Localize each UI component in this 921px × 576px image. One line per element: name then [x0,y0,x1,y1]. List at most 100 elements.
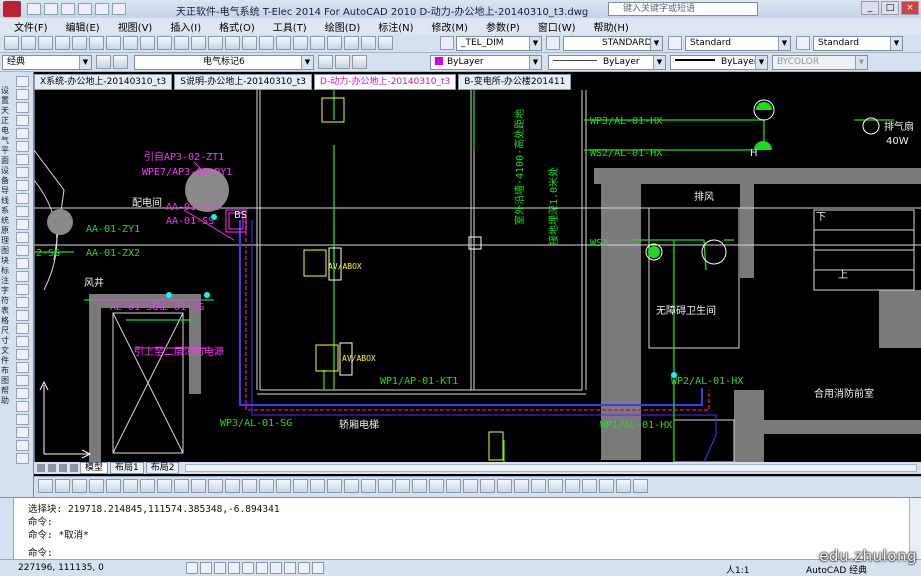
color-select[interactable]: ByLayer ▼ [430,55,542,70]
offset-icon[interactable] [16,362,29,373]
tab-model[interactable]: 模型 [80,462,109,474]
search-input[interactable]: 键入关键字或短语 [608,2,758,16]
copy-object-icon[interactable] [16,336,29,347]
text-style-icon[interactable] [440,36,454,50]
linetype-select[interactable]: ByLayer ▼ [548,55,666,70]
lineweight-select[interactable]: ByLayer ▼ [670,55,768,70]
maximize-button[interactable]: □ [881,1,899,15]
polyline-icon[interactable] [16,102,29,113]
first-layout-icon[interactable] [37,464,45,472]
undo-icon[interactable] [78,3,92,15]
point-icon[interactable] [16,245,29,256]
undo-tool-icon[interactable] [174,36,189,50]
save-file-icon[interactable] [38,36,53,50]
mirror-icon[interactable] [16,349,29,360]
extend-icon[interactable] [16,453,29,464]
menu-dimension[interactable]: 标注(N) [369,19,422,34]
circle-icon[interactable] [16,154,29,165]
array-icon[interactable] [16,375,29,386]
tz-tool-25-icon[interactable] [446,479,461,493]
tz-tool-18-icon[interactable] [327,479,342,493]
application-menu-button[interactable] [3,1,21,17]
tab-layout2[interactable]: 布局2 [145,462,180,474]
design-center-icon[interactable] [293,36,308,50]
menu-tools[interactable]: 工具(T) [264,19,316,34]
trim-icon[interactable] [16,440,29,451]
tz-tool-14-icon[interactable] [259,479,274,493]
arc-icon[interactable] [16,141,29,152]
dyn-icon[interactable] [284,562,296,574]
tab-x-system[interactable]: X系统-办公地上-20140310_t3 [34,74,173,90]
tz-tool-13-icon[interactable] [242,479,257,493]
tz-tool-33-icon[interactable] [582,479,597,493]
tz-tool-5-icon[interactable] [106,479,121,493]
tab-layout1[interactable]: 布局1 [110,462,144,474]
open-file-icon[interactable] [21,36,36,50]
grid-icon[interactable] [200,562,212,574]
layer-state-icon[interactable] [113,55,128,69]
menu-view[interactable]: 视图(V) [109,19,162,34]
table-icon[interactable] [16,297,29,308]
tz-tool-15-icon[interactable] [276,479,291,493]
plotstyle-select[interactable]: BYCOLOR ▼ [772,55,868,70]
dim-style-icon[interactable] [546,36,560,50]
textstyle-select[interactable]: STANDARD ▼ [563,36,663,51]
tz-tool-23-icon[interactable] [412,479,427,493]
tz-tool-16-icon[interactable] [293,479,308,493]
tz-tool-32-icon[interactable] [565,479,580,493]
tz-tool-17-icon[interactable] [310,479,325,493]
tablestyle-select[interactable]: Standard ▼ [685,36,791,51]
menu-window[interactable]: 窗口(W) [529,19,585,34]
dimstyle-select[interactable]: _TEL_DIM ▼ [456,36,542,51]
stretch-icon[interactable] [16,427,29,438]
menu-file[interactable]: 文件(F) [0,19,57,34]
properties-icon[interactable] [276,36,291,50]
tz-tool-27-icon[interactable] [480,479,495,493]
osnap-icon[interactable] [242,562,254,574]
layer-manager-icon[interactable] [96,55,111,69]
calculator-icon[interactable] [361,36,376,50]
tz-tool-24-icon[interactable] [429,479,444,493]
layer-select[interactable]: 电气标记6 ▼ [134,55,314,70]
tz-tool-7-icon[interactable] [140,479,155,493]
gradient-icon[interactable] [16,271,29,282]
qp-icon[interactable] [312,562,324,574]
redo-tool-icon[interactable] [191,36,206,50]
tz-tool-36-icon[interactable] [633,479,648,493]
markup-icon[interactable] [344,36,359,50]
pan-icon[interactable] [208,36,223,50]
tz-tool-21-icon[interactable] [378,479,393,493]
rotate-icon[interactable] [16,401,29,412]
zoom-window-icon[interactable] [242,36,257,50]
polygon-icon[interactable] [16,115,29,126]
make-current-icon[interactable] [318,55,333,69]
qnew-icon[interactable] [4,36,19,50]
zoom-realtime-icon[interactable] [225,36,240,50]
move-icon[interactable] [16,388,29,399]
sheet-set-icon[interactable] [327,36,342,50]
lwt-icon[interactable] [298,562,310,574]
tz-tool-1-icon[interactable] [38,479,53,493]
tz-tool-12-icon[interactable] [225,479,240,493]
table-style-icon[interactable] [668,36,682,50]
ellipse-arc-icon[interactable] [16,206,29,217]
mleader-style-icon[interactable] [796,36,810,50]
open-icon[interactable] [44,3,58,15]
command-window-handle[interactable] [0,498,14,560]
publish-icon[interactable] [89,36,104,50]
polar-icon[interactable] [228,562,240,574]
rectangle-icon[interactable] [16,128,29,139]
tab-b-substation[interactable]: B-变电所-办公楼201411 [458,74,572,90]
tz-tool-3-icon[interactable] [72,479,87,493]
tz-tool-6-icon[interactable] [123,479,138,493]
zoom-previous-icon[interactable] [259,36,274,50]
insert-block-icon[interactable] [16,219,29,230]
tz-tool-10-icon[interactable] [191,479,206,493]
tz-tool-28-icon[interactable] [497,479,512,493]
menu-help[interactable]: 帮助(H) [585,19,638,34]
tz-tool-29-icon[interactable] [514,479,529,493]
tz-tool-26-icon[interactable] [463,479,478,493]
paste-icon[interactable] [140,36,155,50]
menu-parameters[interactable]: 参数(P) [477,19,529,34]
tz-tool-9-icon[interactable] [174,479,189,493]
